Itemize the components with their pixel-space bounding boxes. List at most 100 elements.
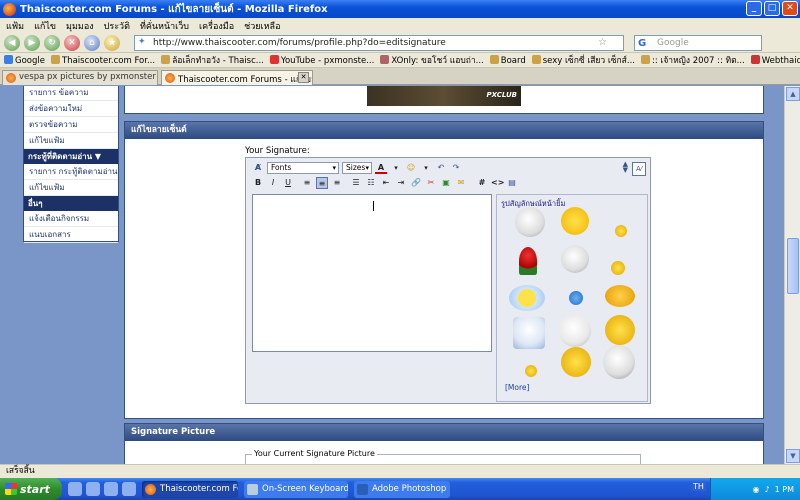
language-indicator[interactable]: TH bbox=[691, 482, 706, 491]
underline-icon[interactable]: U bbox=[282, 177, 294, 189]
bookmark-item[interactable]: Google bbox=[4, 54, 45, 66]
align-center-icon[interactable]: ≡ bbox=[316, 176, 328, 189]
unordered-list-icon[interactable]: ☷ bbox=[365, 177, 377, 189]
switch-editor-mode-icon[interactable]: A⁄ bbox=[632, 162, 646, 176]
taskbar-item-keyboard[interactable]: On-Screen Keyboard bbox=[244, 480, 348, 498]
sidebar-item-list-subscriptions[interactable]: รายการ กระทู้ติดตามอ่าน bbox=[24, 164, 118, 180]
bookmark-item[interactable]: XOnly: ขอโชว์ แอบถ่า... bbox=[380, 53, 484, 67]
scroll-up-icon[interactable]: ▲ bbox=[786, 87, 800, 101]
quick-launch-icon[interactable] bbox=[86, 482, 100, 496]
sidebar-section-subscriptions[interactable]: กระทู้ที่ติดตามอ่าน ▼ bbox=[24, 149, 118, 164]
indent-icon[interactable]: ⇥ bbox=[395, 177, 407, 189]
quick-launch-icon[interactable] bbox=[104, 482, 118, 496]
wrap-code-icon[interactable]: # bbox=[476, 177, 488, 189]
smilie-icon[interactable] bbox=[569, 291, 583, 305]
tray-icon[interactable]: ◉ bbox=[753, 485, 760, 494]
align-right-icon[interactable]: ≡ bbox=[331, 177, 343, 189]
sidebar-item-attachments[interactable]: แนบเอกสาร bbox=[24, 227, 118, 243]
smilie-icon[interactable] bbox=[611, 261, 625, 275]
italic-icon[interactable]: I bbox=[267, 177, 279, 189]
smilie-icon[interactable] bbox=[525, 365, 537, 377]
bookmark-item[interactable]: Board bbox=[489, 54, 526, 66]
sidebar-item-edit-sub-folders[interactable]: แก้ไขแฟ้ม bbox=[24, 180, 118, 196]
window-title-bar[interactable]: Thaiscooter.com Forums - แก้ไขลายเซ็นต์ … bbox=[0, 0, 800, 18]
bookmark-item[interactable]: YouTube - pxmonste... bbox=[269, 54, 374, 66]
more-smilies-link[interactable]: [More] bbox=[505, 383, 529, 392]
tab-vespa[interactable]: vespa px pictures by pxmonster - ... bbox=[2, 70, 158, 85]
smilie-icon[interactable]: ☺ bbox=[405, 162, 417, 174]
addon-icon[interactable]: ★ bbox=[104, 34, 120, 51]
maximize-button[interactable]: □ bbox=[764, 1, 780, 16]
smilie-icon[interactable] bbox=[561, 245, 589, 273]
insert-image-icon[interactable]: ▣ bbox=[440, 177, 452, 189]
menu-file[interactable]: แฟ้ม bbox=[6, 19, 24, 33]
wrap-php-icon[interactable]: ▤ bbox=[506, 177, 518, 189]
remove-format-icon[interactable]: A̸ bbox=[252, 162, 264, 174]
bookmark-item[interactable]: Thaiscooter.com For... bbox=[50, 54, 155, 66]
sidebar-item-edit-folders[interactable]: แก้ไขแฟ้ม bbox=[24, 133, 118, 149]
insert-link-icon[interactable]: 🔗 bbox=[410, 177, 422, 189]
smilie-dropdown-icon[interactable]: ▾ bbox=[420, 162, 432, 174]
menu-help[interactable]: ช่วยเหลือ bbox=[244, 19, 280, 33]
smilie-icon[interactable] bbox=[559, 315, 591, 347]
back-icon[interactable]: ◀ bbox=[4, 34, 20, 51]
smilie-icon[interactable] bbox=[519, 247, 537, 275]
bookmark-item[interactable]: :: เจ้าหญิง 2007 :: ทิต... bbox=[640, 53, 745, 67]
quick-launch-icon[interactable] bbox=[68, 482, 82, 496]
sidebar-item-new-message[interactable]: ส่งข้อความใหม่ bbox=[24, 101, 118, 117]
menu-view[interactable]: มุมมอง bbox=[66, 19, 94, 33]
clock[interactable]: 1 PM bbox=[775, 485, 794, 494]
sidebar-item-track-messages[interactable]: ตรวจข้อความ bbox=[24, 117, 118, 133]
pxclub-banner[interactable]: PXCLUB bbox=[367, 86, 521, 106]
bookmark-star-icon[interactable]: ☆ bbox=[598, 37, 607, 48]
smilie-icon[interactable] bbox=[509, 285, 545, 311]
bookmark-item[interactable]: sexy เซ็กซี่ เสียว เซ็กส์... bbox=[531, 53, 635, 67]
stop-icon[interactable]: ✕ bbox=[64, 34, 80, 51]
search-input[interactable]: G Google bbox=[634, 35, 762, 51]
tab-close-icon[interactable]: ✕ bbox=[298, 72, 309, 83]
remove-link-icon[interactable]: ✂ bbox=[425, 177, 437, 189]
signature-textarea[interactable] bbox=[252, 194, 492, 352]
smilie-icon[interactable] bbox=[605, 285, 635, 307]
bold-icon[interactable]: B bbox=[252, 177, 264, 189]
menu-tools[interactable]: เครื่องมือ bbox=[199, 19, 234, 33]
smilie-icon[interactable] bbox=[561, 347, 591, 377]
reload-icon[interactable]: ↻ bbox=[44, 34, 60, 51]
size-select[interactable]: Sizes bbox=[342, 161, 372, 174]
redo-icon[interactable]: ↷ bbox=[450, 162, 462, 174]
quick-launch-icon[interactable] bbox=[122, 482, 136, 496]
bookmark-item[interactable]: ล้อเล็กทำอวัง - Thaisc... bbox=[161, 53, 264, 67]
sidebar-section-misc[interactable]: อื่นๆ bbox=[24, 196, 118, 211]
taskbar-item-firefox[interactable]: Thaiscooter.com Fo... bbox=[142, 480, 238, 498]
minimize-button[interactable]: _ bbox=[746, 1, 762, 16]
align-left-icon[interactable]: ≡ bbox=[301, 177, 313, 189]
text-color-icon[interactable]: A bbox=[375, 162, 387, 174]
vertical-scrollbar[interactable]: ▲ ▼ bbox=[784, 86, 800, 464]
insert-email-icon[interactable]: ✉ bbox=[455, 177, 467, 189]
menu-edit[interactable]: แก้ไข bbox=[34, 19, 56, 33]
ordered-list-icon[interactable]: ☰ bbox=[350, 177, 362, 189]
smilie-icon[interactable] bbox=[515, 207, 545, 237]
smilie-icon[interactable] bbox=[561, 207, 589, 235]
start-button[interactable]: start bbox=[0, 478, 62, 500]
smilie-icon[interactable] bbox=[513, 317, 545, 349]
smilie-icon[interactable] bbox=[615, 225, 627, 237]
undo-icon[interactable]: ↶ bbox=[435, 162, 447, 174]
close-button[interactable]: ✕ bbox=[782, 1, 798, 16]
font-select[interactable]: Fonts bbox=[267, 161, 339, 174]
color-dropdown-icon[interactable]: ▾ bbox=[390, 162, 402, 174]
scroll-down-icon[interactable]: ▼ bbox=[786, 449, 800, 463]
sidebar-item-event-reminders[interactable]: แจ้งเตือนกิจกรรม bbox=[24, 211, 118, 227]
smilie-icon[interactable] bbox=[605, 315, 635, 345]
address-bar[interactable]: ✦ http://www.thaiscooter.com/forums/prof… bbox=[134, 35, 624, 51]
menu-history[interactable]: ประวัติ bbox=[104, 19, 130, 33]
outdent-icon[interactable]: ⇤ bbox=[380, 177, 392, 189]
volume-icon[interactable]: ♪ bbox=[765, 485, 770, 494]
smilie-icon[interactable] bbox=[603, 345, 635, 379]
scroll-thumb[interactable] bbox=[787, 238, 799, 294]
menu-bookmarks[interactable]: ที่คั่นหน้าเว็บ bbox=[140, 19, 189, 33]
editor-size-toggle-icon[interactable]: ▲ ▼ bbox=[623, 161, 628, 174]
home-icon[interactable]: ⌂ bbox=[84, 34, 100, 51]
forward-icon[interactable]: ▶ bbox=[24, 34, 40, 51]
bookmark-item[interactable]: Webthaidd.COM รีลอ... bbox=[750, 53, 800, 67]
